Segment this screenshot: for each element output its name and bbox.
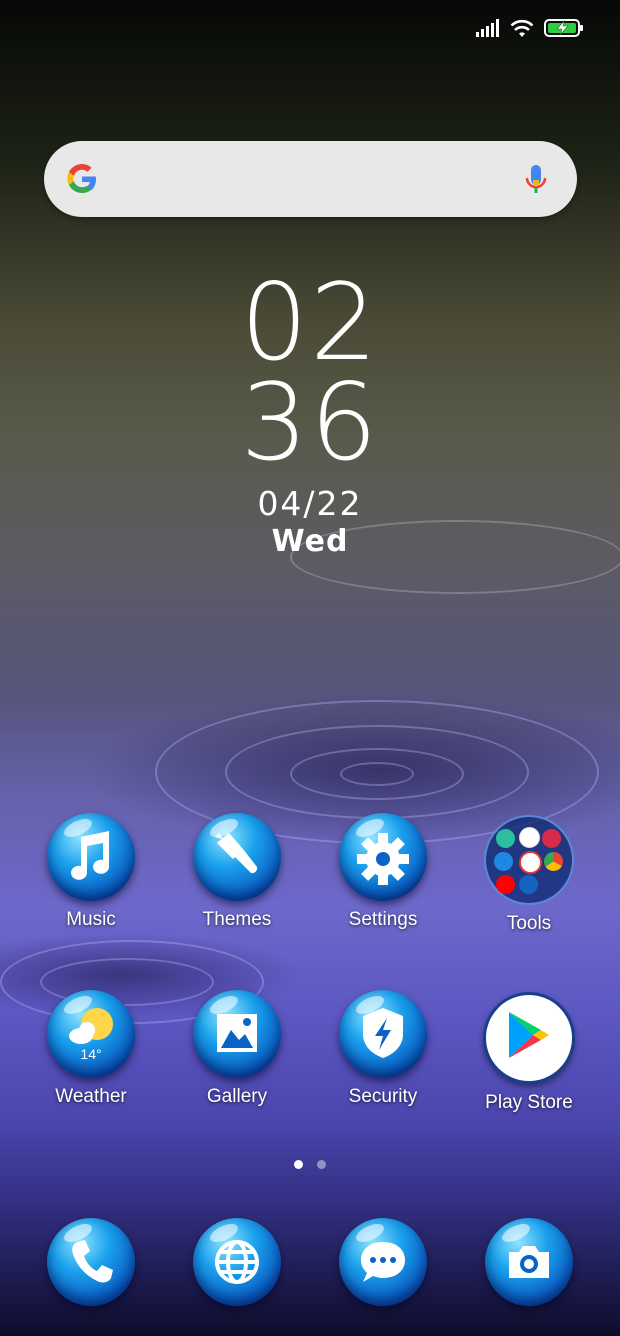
search-input[interactable] [114, 159, 498, 201]
weather-temp: 14° [80, 1046, 102, 1062]
camera-icon [485, 1218, 573, 1306]
app-gallery[interactable]: Gallery [172, 990, 302, 1108]
app-music[interactable]: Music [26, 813, 156, 931]
mini-app-icon [542, 829, 561, 848]
app-weather[interactable]: 14° Weather [26, 990, 156, 1108]
status-bar [476, 16, 584, 40]
dock-browser[interactable] [172, 1218, 302, 1306]
mic-icon[interactable] [525, 163, 547, 197]
gear-icon [339, 813, 427, 901]
mini-app-icon [519, 875, 538, 894]
app-label: Settings [348, 909, 418, 930]
page-indicator [294, 1160, 326, 1169]
clock-date[interactable]: 04/22 [0, 486, 620, 522]
clock-minutes[interactable]: 36 [0, 370, 620, 476]
weather-icon: 14° [47, 990, 135, 1078]
messages-icon [339, 1218, 427, 1306]
app-label: Weather [55, 1086, 127, 1107]
paintbrush-icon [193, 813, 281, 901]
google-g-icon [67, 164, 96, 193]
phone-icon [47, 1218, 135, 1306]
app-label: Music [66, 909, 116, 930]
app-label: Gallery [206, 1086, 268, 1107]
app-play-store[interactable]: Play Store [464, 992, 594, 1114]
mini-play-icon [519, 827, 540, 848]
battery-charging-icon [544, 19, 583, 37]
folder-icon [484, 815, 574, 905]
signal-bars-icon [476, 19, 499, 37]
play-store-icon [483, 992, 575, 1084]
dock-messages[interactable] [318, 1218, 448, 1306]
mini-app-icon [496, 829, 515, 848]
app-themes[interactable]: Themes [172, 813, 302, 931]
page-dot-active[interactable] [294, 1160, 303, 1169]
clock-weekday[interactable]: Wed [0, 524, 620, 560]
dock-camera[interactable] [464, 1218, 594, 1306]
page-dot[interactable] [317, 1160, 326, 1169]
mini-gmail-icon [519, 851, 542, 874]
wifi-icon [510, 19, 534, 37]
app-tools-folder[interactable]: Tools [464, 815, 594, 935]
mini-chrome-icon [544, 852, 563, 871]
browser-globe-icon [193, 1218, 281, 1306]
app-label: Play Store [485, 1092, 573, 1113]
mini-youtube-icon [496, 875, 515, 894]
gallery-icon [193, 990, 281, 1078]
app-label: Themes [202, 909, 272, 930]
app-settings[interactable]: Settings [318, 813, 448, 931]
ripple [340, 762, 414, 786]
app-label: Security [348, 1086, 418, 1107]
dock-phone[interactable] [26, 1218, 156, 1306]
music-note-icon [47, 813, 135, 901]
app-security[interactable]: Security [318, 990, 448, 1108]
mini-contacts-icon [494, 852, 513, 871]
shield-bolt-icon [339, 990, 427, 1078]
google-search-bar[interactable] [44, 141, 577, 217]
app-label: Tools [506, 913, 552, 934]
